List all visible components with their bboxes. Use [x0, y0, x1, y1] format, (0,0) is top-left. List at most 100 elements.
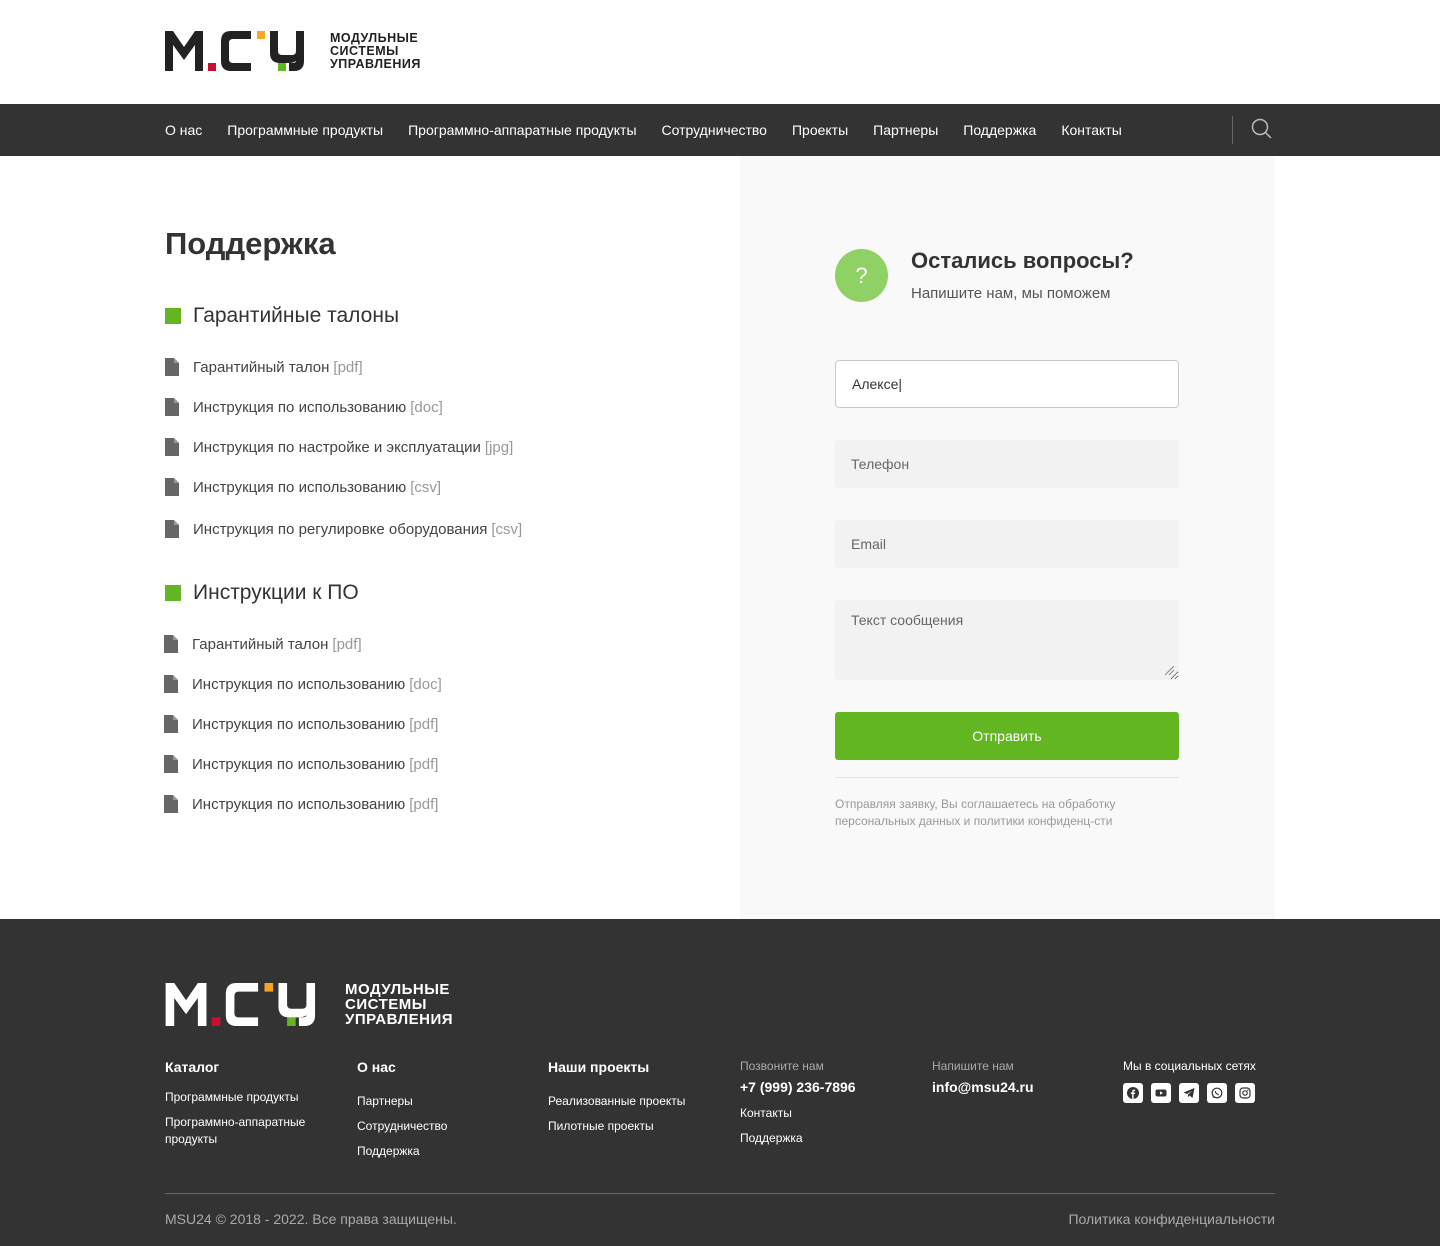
form-divider — [835, 777, 1179, 778]
footer-link[interactable]: Реализованные проекты — [548, 1093, 685, 1110]
whatsapp-icon[interactable] — [1207, 1083, 1227, 1103]
doc-link[interactable]: Инструкция по использованию — [192, 676, 405, 693]
footer-email[interactable]: info@msu24.ru — [932, 1079, 1034, 1095]
footer-col-title: О нас — [357, 1059, 396, 1075]
submit-button[interactable]: Отправить — [835, 712, 1179, 760]
doc-link[interactable]: Гарантийный талон — [192, 636, 328, 653]
doc-ext: [doc] — [409, 675, 442, 693]
telegram-icon[interactable] — [1179, 1083, 1199, 1103]
logo-line: УПРАВЛЕНИЯ — [345, 1011, 454, 1028]
doc-link[interactable]: Инструкция по использованию — [192, 796, 405, 813]
doc-link[interactable]: Инструкция по использованию — [193, 479, 406, 496]
footer-col-projects: Наши проекты Реализованные проекты Пилот… — [548, 1059, 685, 1143]
doc-ext: [doc] — [410, 398, 443, 416]
email-input[interactable] — [835, 520, 1179, 568]
doc-item[interactable]: Инструкция по использованию [pdf] — [164, 755, 438, 773]
doc-item[interactable]: Инструкция по использованию [pdf] — [164, 715, 438, 733]
form-title: Остались вопросы? — [911, 248, 1134, 273]
file-icon — [165, 438, 179, 456]
file-icon — [164, 715, 178, 733]
doc-item[interactable]: Гарантийный талон [pdf] — [164, 635, 362, 653]
footer-col-label: Мы в социальных сетях — [1123, 1059, 1256, 1073]
privacy-link[interactable]: Политика конфиденциальности — [1068, 1211, 1275, 1227]
logo-text: МОДУЛЬНЫЕ СИСТЕМЫ УПРАВЛЕНИЯ — [345, 982, 453, 1027]
nav-item-hardware[interactable]: Программно-аппаратные продукты — [408, 122, 636, 138]
doc-ext: [pdf] — [409, 755, 439, 773]
footer-logo[interactable]: МОДУЛЬНЫЕ СИСТЕМЫ УПРАВЛЕНИЯ — [165, 982, 453, 1027]
consent-text: Отправляя заявку, Вы соглашаетесь на обр… — [835, 797, 1116, 828]
nav-item-about[interactable]: О нас — [165, 122, 202, 138]
youtube-icon[interactable] — [1151, 1083, 1171, 1103]
logo-line: СИСТЕМЫ — [345, 996, 427, 1013]
logo-line: СИСТЕМЫ — [330, 43, 399, 58]
footer-link[interactable]: Пилотные проекты — [548, 1118, 685, 1135]
doc-item[interactable]: Инструкция по использованию [pdf] — [164, 795, 438, 813]
question-icon: ? — [835, 249, 888, 302]
footer-link[interactable]: Поддержка — [740, 1130, 856, 1147]
doc-item[interactable]: Инструкция по использованию [csv] — [165, 478, 441, 496]
footer-col-title: Наши проекты — [548, 1059, 650, 1075]
footer-link[interactable]: Контакты — [740, 1105, 856, 1122]
file-icon — [165, 398, 179, 416]
file-icon — [164, 755, 178, 773]
footer-col-catalog: Каталог Программные продукты Программно-… — [165, 1059, 335, 1156]
footer-link[interactable]: Сотрудничество — [357, 1118, 447, 1135]
green-square-icon — [165, 308, 181, 324]
site-header: МОДУЛЬНЫЕ СИСТЕМЫ УПРАВЛЕНИЯ — [0, 0, 1440, 104]
form-subtitle: Напишите нам, мы поможем — [911, 285, 1111, 302]
footer-col-write: Напишите нам info@msu24.ru — [932, 1059, 1034, 1105]
doc-item[interactable]: Инструкция по настройке и эксплуатации [… — [165, 438, 513, 456]
doc-ext: [csv] — [491, 520, 523, 538]
doc-item[interactable]: Инструкция по использованию [doc] — [165, 398, 443, 416]
doc-link[interactable]: Инструкция по использованию — [193, 399, 406, 416]
logo[interactable]: МОДУЛЬНЫЕ СИСТЕМЫ УПРАВЛЕНИЯ — [165, 31, 421, 71]
footer-col-label: Напишите нам — [932, 1059, 1014, 1073]
nav-item-cooperation[interactable]: Сотрудничество — [662, 122, 767, 138]
footer-link[interactable]: Партнеры — [357, 1093, 447, 1110]
copyright: MSU24 © 2018 - 2022. Все права защищены. — [165, 1211, 457, 1227]
doc-item[interactable]: Инструкция по использованию [doc] — [164, 675, 442, 693]
footer-phone[interactable]: +7 (999) 236-7896 — [740, 1079, 856, 1095]
footer-col-social: Мы в социальных сетях — [1123, 1059, 1256, 1103]
footer-link[interactable]: Программно-аппаратные продукты — [165, 1114, 315, 1148]
phone-input[interactable] — [835, 440, 1179, 488]
doc-link[interactable]: Инструкция по регулировке оборудования — [193, 521, 487, 538]
nav-item-software[interactable]: Программные продукты — [227, 122, 383, 138]
footer-link[interactable]: Программные продукты — [165, 1089, 335, 1106]
section-title-warranty: Гарантийные талоны — [165, 304, 399, 328]
logo-line: УПРАВЛЕНИЯ — [330, 56, 421, 71]
nav-item-projects[interactable]: Проекты — [792, 122, 848, 138]
green-square-icon — [165, 585, 181, 601]
footer-link[interactable]: Поддержка — [357, 1143, 447, 1160]
resize-grip-icon[interactable] — [1163, 664, 1175, 676]
footer-col-call: Позвоните нам +7 (999) 236-7896 Контакты… — [740, 1059, 856, 1155]
logo-mark — [165, 983, 316, 1026]
nav-item-partners[interactable]: Партнеры — [873, 122, 938, 138]
facebook-icon[interactable] — [1123, 1083, 1143, 1103]
nav-items: О нас Программные продукты Программно-ап… — [165, 104, 1147, 156]
doc-link[interactable]: Инструкция по использованию — [192, 756, 405, 773]
instagram-icon[interactable] — [1235, 1083, 1255, 1103]
file-icon — [165, 358, 179, 376]
file-icon — [165, 478, 179, 496]
doc-ext: [pdf] — [333, 358, 363, 376]
section-title-software: Инструкции к ПО — [165, 581, 359, 605]
doc-ext: [csv] — [410, 478, 442, 496]
footer-col-label: Позвоните нам — [740, 1059, 824, 1073]
nav-item-support[interactable]: Поддержка — [963, 122, 1036, 138]
section-title-text: Инструкции к ПО — [193, 581, 359, 604]
logo-line: МОДУЛЬНЫЕ — [345, 981, 450, 998]
doc-link[interactable]: Гарантийный талон — [193, 359, 329, 376]
footer-col-about: О нас Партнеры Сотрудничество Поддержка — [357, 1059, 447, 1168]
nav-item-contacts[interactable]: Контакты — [1061, 122, 1121, 138]
social-icons — [1123, 1083, 1256, 1103]
name-input[interactable] — [835, 360, 1179, 408]
doc-link[interactable]: Инструкция по настройке и эксплуатации — [193, 439, 481, 456]
section-title-text: Гарантийные талоны — [193, 304, 400, 327]
doc-link[interactable]: Инструкция по использованию — [192, 716, 405, 733]
doc-item[interactable]: Инструкция по регулировке оборудования [… — [165, 520, 522, 538]
message-textarea[interactable] — [835, 600, 1179, 680]
search-icon[interactable] — [1251, 118, 1273, 140]
doc-item[interactable]: Гарантийный талон [pdf] — [165, 358, 363, 376]
logo-mark — [165, 31, 304, 71]
